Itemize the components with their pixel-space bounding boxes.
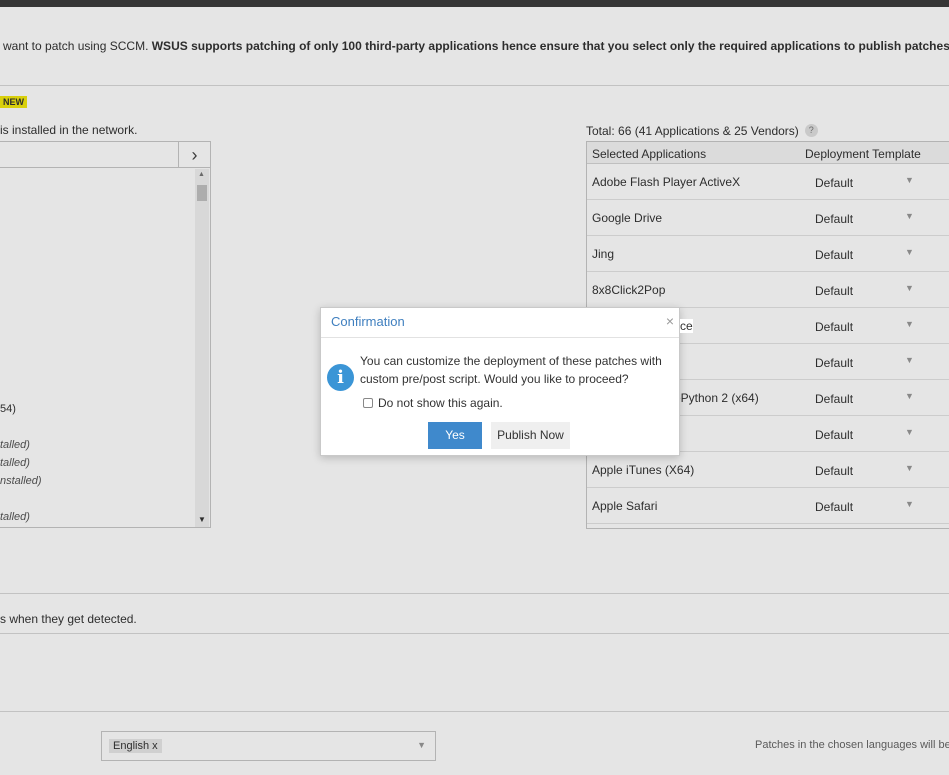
dialog-header: Confirmation × — [321, 308, 679, 338]
publish-now-button[interactable]: Publish Now — [491, 422, 570, 449]
info-icon: i — [327, 364, 354, 391]
app-name-fragment: ce — [680, 319, 693, 333]
dialog-title: Confirmation — [331, 314, 405, 329]
confirmation-dialog: Confirmation × i You can customize the d… — [320, 307, 680, 456]
dialog-message: You can customize the deployment of thes… — [360, 354, 662, 386]
dont-show-again-label: Do not show this again. — [378, 396, 503, 410]
dont-show-again-row[interactable]: Do not show this again. — [363, 396, 503, 410]
yes-button[interactable]: Yes — [428, 422, 482, 449]
dont-show-again-checkbox[interactable] — [363, 398, 373, 408]
close-icon[interactable]: × — [666, 313, 674, 329]
